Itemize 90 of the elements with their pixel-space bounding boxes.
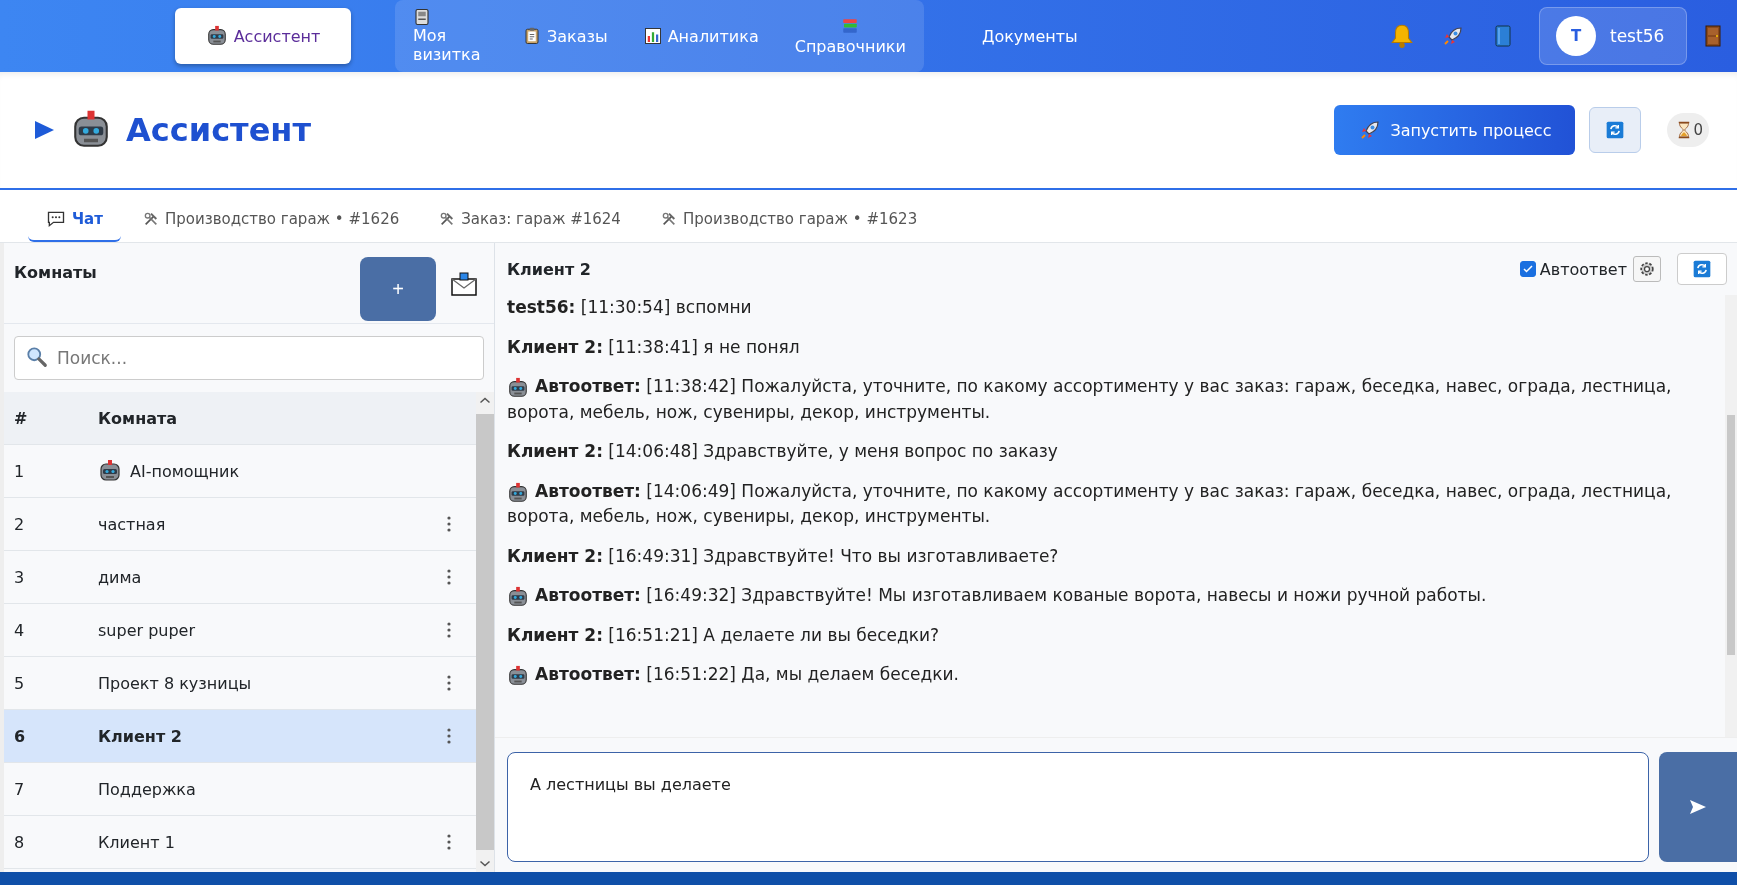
room-row[interactable]: 1 AI-помощник <box>4 445 476 498</box>
rooms-title: Комнаты <box>14 263 97 282</box>
robot-icon <box>507 481 529 504</box>
search-field[interactable]: Поиск... <box>14 336 484 380</box>
send-icon <box>1689 799 1707 815</box>
chat-message: Клиент 2: [16:49:31] Здравствуйте! Что вы изготавливаете? <box>507 544 1059 568</box>
refresh-button[interactable] <box>1589 107 1642 153</box>
page-title: Ассистент <box>126 111 311 149</box>
autoreply-label: Автоответ <box>1539 259 1627 279</box>
user-menu[interactable]: T test56 <box>1539 7 1687 65</box>
bell-icon <box>1389 23 1415 49</box>
refresh-icon <box>1692 259 1712 279</box>
chat-message: Клиент 2: [11:38:41] я не понял <box>507 335 800 359</box>
robot-icon <box>507 377 529 399</box>
books-icon <box>841 16 860 35</box>
id-card-icon <box>413 8 431 26</box>
chat-message: Клиент 2: [16:51:21] А делаете ли вы беседки? <box>507 623 940 647</box>
more-icon <box>447 728 451 744</box>
tab[interactable]: Заказ: гараж #1624 <box>421 198 639 242</box>
gear-icon <box>1637 259 1657 279</box>
room-number: 7 <box>14 779 26 799</box>
robot-icon <box>507 586 529 608</box>
chat-message: Клиент 2: [14:06:48] Здравствуйте, у меня вопрос по заказу <box>507 440 1058 463</box>
more-icon <box>447 622 451 638</box>
refresh-icon <box>1605 120 1626 140</box>
notifications-button[interactable] <box>1389 23 1415 49</box>
chat-title: Клиент 2 <box>507 259 591 279</box>
speech-bubble-icon <box>46 209 66 229</box>
more-icon <box>447 516 451 532</box>
nav-item[interactable]: Ассистент <box>175 8 351 64</box>
room-name: Клиент 2 <box>98 726 182 746</box>
nav-item[interactable]: Документы <box>963 8 1096 64</box>
robot-icon <box>205 25 228 47</box>
room-name: частная <box>98 514 166 534</box>
room-number: 4 <box>14 620 26 640</box>
room-row[interactable]: 7 Поддержка <box>4 763 476 816</box>
refresh-chat-button[interactable] <box>1677 253 1727 285</box>
autoreply-checkbox[interactable] <box>1519 261 1536 277</box>
room-row[interactable]: 2 частная <box>4 498 476 551</box>
chat-message: Автоответ: [11:38:42] Пожалуйста, уточните, по какому ассортименту у вас заказ: гараж, беседка, навес, ограда, лестница, ворота, мебель, нож, сувениры, декор, инструменты. <box>507 375 1673 424</box>
chat-message: test56: [11:30:54] вспомни <box>507 296 752 319</box>
hammer-wrench-icon <box>660 211 677 227</box>
message-input[interactable]: А лестницы вы делаете <box>507 752 1649 862</box>
room-name: Клиент 1 <box>98 832 175 852</box>
scrollbar[interactable] <box>476 392 494 872</box>
bar-chart-icon <box>643 27 662 45</box>
scrollbar[interactable] <box>1725 295 1737 737</box>
run-process-button[interactable]: Запустить процесс <box>1334 105 1576 155</box>
room-number: 6 <box>14 726 27 746</box>
room-name: Проект 8 кузницы <box>98 673 252 693</box>
room-name: AI-помощник <box>130 461 240 481</box>
chat-message: Автоответ: [16:51:22] Да, мы делаем беседки. <box>507 662 959 688</box>
envelope-icon <box>450 271 478 299</box>
room-number: 5 <box>14 673 26 693</box>
room-row[interactable]: 8 Клиент 1 <box>4 816 476 869</box>
more-icon <box>447 834 451 850</box>
pending-counter: 0 <box>1667 113 1709 147</box>
settings-button[interactable] <box>1633 256 1661 282</box>
room-number: 2 <box>14 514 26 534</box>
add-room-button[interactable]: + <box>360 257 436 321</box>
chat-message: Автоответ: [14:06:49] Пожалуйста, уточните, по какому ассортименту у вас заказ: гараж, беседка, навес, ограда, лестница, ворота, мебель, нож, сувениры, декор, инструменты. <box>507 479 1673 528</box>
mail-button[interactable] <box>450 271 478 299</box>
room-number: 1 <box>14 461 26 481</box>
room-number: 3 <box>14 567 26 587</box>
nav-item[interactable]: Аналитика <box>625 8 777 64</box>
room-name: Поддержка <box>98 779 196 799</box>
room-name: дима <box>98 567 142 587</box>
tab[interactable]: Производство гараж • #1623 <box>642 198 936 242</box>
search-icon <box>26 346 48 368</box>
clipboard-icon <box>523 27 541 45</box>
room-row[interactable]: 6 Клиент 2 <box>4 710 476 763</box>
column-header: Комната <box>98 408 178 428</box>
more-icon <box>447 569 451 585</box>
hammer-wrench-icon <box>439 211 456 227</box>
column-header: # <box>14 408 29 428</box>
room-number: 8 <box>14 832 26 852</box>
room-row[interactable]: 4 super puper <box>4 604 476 657</box>
robot-icon <box>507 665 529 687</box>
nav-item[interactable]: Справочники <box>776 8 924 64</box>
user-name: test56 <box>1610 26 1665 46</box>
play-icon <box>32 118 56 142</box>
tab[interactable]: Производство гараж • #1626 <box>124 198 418 242</box>
robot-icon <box>98 459 122 483</box>
more-icon <box>447 675 451 691</box>
room-row[interactable]: 3 дима <box>4 551 476 604</box>
hammer-wrench-icon <box>142 211 159 227</box>
user-avatar: T <box>1556 16 1596 56</box>
checkmark-icon <box>1521 263 1534 275</box>
room-name: super puper <box>98 620 195 640</box>
chat-message: Автоответ: [16:49:32] Здравствуйте! Мы изготавливаем кованые ворота, навесы и ножи ручной работы. <box>507 583 1487 609</box>
